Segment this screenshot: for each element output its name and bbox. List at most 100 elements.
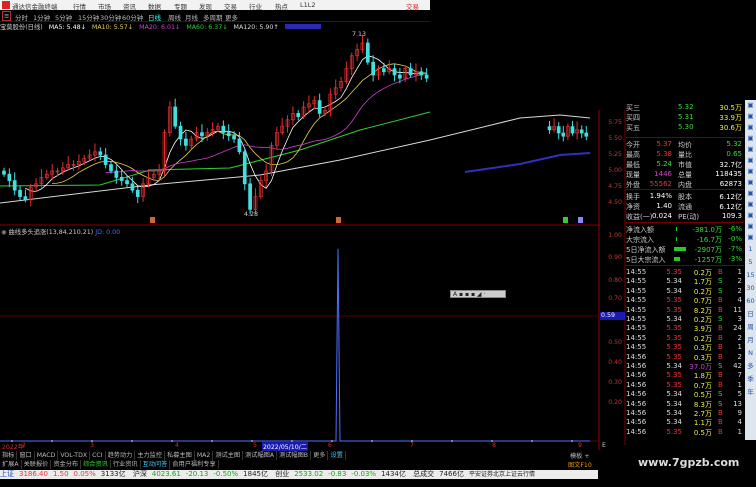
indicator-tab[interactable]: 设置: [328, 451, 346, 460]
event-marker-icon: [150, 217, 155, 223]
move-icon[interactable]: ▣: [745, 199, 756, 210]
period-tab[interactable]: 15分钟: [78, 12, 99, 22]
win-icon[interactable]: ▣: [745, 221, 756, 232]
indicator-tab[interactable]: MA2: [195, 451, 214, 460]
tick-time: 14:55: [626, 268, 647, 276]
divider: [626, 189, 744, 190]
stat-row: 今开 5.37 均价 5.32: [626, 140, 744, 150]
indicator-tab[interactable]: CCI: [90, 451, 106, 460]
tick-count: 3: [737, 315, 742, 323]
cy-label[interactable]: 创业: [275, 470, 289, 478]
rsi-icon[interactable]: ▣: [745, 177, 756, 188]
period-shortcut[interactable]: 季: [745, 373, 756, 386]
extension-tab[interactable]: 扩展A: [0, 460, 22, 469]
period-tab[interactable]: 日线: [148, 12, 161, 22]
ma250-line: [464, 152, 591, 173]
period-shortcut[interactable]: 周: [745, 321, 756, 334]
tick-count: 1: [737, 380, 742, 389]
period-shortcut[interactable]: 年: [745, 386, 756, 399]
candle: [584, 132, 589, 137]
indicator-tab[interactable]: 趋势动力: [106, 451, 136, 460]
indicator-tab[interactable]: 测试幅图B: [277, 451, 312, 460]
period-tab[interactable]: 周线: [168, 12, 181, 22]
period-tab[interactable]: 多周期: [203, 12, 223, 22]
flow-value: -381.0万: [692, 226, 722, 234]
tick-price: 5.34: [666, 286, 682, 295]
period-shortcut[interactable]: N: [745, 347, 756, 360]
extension-tab[interactable]: 互动问答: [141, 460, 171, 469]
sh-label[interactable]: 上证: [0, 470, 14, 478]
period-tab[interactable]: 更多: [225, 12, 238, 22]
gear-icon[interactable]: ▣: [745, 155, 756, 166]
tick-time: 14:55: [626, 277, 647, 286]
candle: [419, 71, 424, 76]
chart-icon[interactable]: ▣: [745, 111, 756, 122]
stat-label: 总量: [678, 171, 692, 179]
indicator-tab[interactable]: VOL-TDX: [58, 451, 91, 460]
calc-icon[interactable]: ▣: [745, 144, 756, 155]
event-marker-icon: [578, 217, 583, 223]
candle: [365, 42, 370, 63]
timeline-month: 5: [253, 442, 257, 449]
list-icon[interactable]: ▣: [745, 100, 756, 111]
period-shortcut[interactable]: 月: [745, 334, 756, 347]
indicator-tab[interactable]: MACD: [35, 451, 59, 460]
extension-tab[interactable]: 行业资讯: [111, 460, 141, 469]
menu-item[interactable]: L1L2: [300, 1, 316, 9]
tick-price: 5.35: [666, 324, 682, 333]
chart-mode-icon[interactable]: ≡: [2, 11, 12, 21]
flow-value: -16.7万: [696, 236, 722, 244]
indicator-tab[interactable]: 窗口: [17, 451, 35, 460]
period-tab[interactable]: 1分钟: [33, 12, 50, 22]
timeline-month: 8: [492, 442, 496, 449]
stat-label: 量比: [678, 151, 692, 159]
period-shortcut[interactable]: 日: [745, 308, 756, 321]
hs-label[interactable]: 沪深: [133, 470, 147, 478]
period-tab[interactable]: 30分钟: [100, 12, 121, 22]
flow-value: -1257万: [694, 256, 722, 264]
period-shortcut[interactable]: 多: [745, 360, 756, 373]
period-shortcut[interactable]: 30: [745, 282, 756, 295]
alert-icon[interactable]: ▣: [745, 122, 756, 133]
extension-tab[interactable]: 综合资讯: [81, 460, 111, 469]
person-icon[interactable]: ▣: [745, 188, 756, 199]
indicator-tab[interactable]: 主力监控: [135, 451, 166, 460]
indicator-tab[interactable]: 测试主图: [213, 451, 244, 460]
candle: [109, 164, 113, 172]
period-shortcut[interactable]: 5: [745, 256, 756, 269]
period-shortcut[interactable]: 1: [745, 243, 756, 256]
tick-count: 5: [737, 390, 742, 399]
bars-icon[interactable]: ▣: [745, 166, 756, 177]
grid-icon[interactable]: ▣: [745, 232, 756, 243]
extension-tab[interactable]: 资金分布: [51, 460, 82, 469]
watermark: www.7gpzb.com: [638, 456, 740, 469]
extension-tabs: 扩展A 关联报价 资金分布 综合资讯 行业资讯 互动问答 俞用户福利专享: [0, 460, 598, 469]
flow-value: -2907万: [694, 246, 722, 254]
tick-side: S: [718, 277, 723, 286]
period-shortcut[interactable]: 15: [745, 269, 756, 282]
high-mark: 7.13: [352, 31, 367, 38]
template-button[interactable]: 模板 +: [570, 451, 590, 460]
pen-icon[interactable]: ▣: [745, 210, 756, 221]
candle: [296, 113, 301, 117]
period-tab[interactable]: 月线: [185, 12, 198, 22]
candle: [232, 135, 236, 140]
candle: [226, 132, 231, 137]
status-bar: 上证 3186.40 1.50 0.05% 3133亿 沪深 4023.61 -20.13-…: [0, 470, 598, 479]
candle: [221, 125, 226, 133]
indicator-tab[interactable]: 指标: [0, 451, 18, 460]
period-tab[interactable]: 60分钟: [122, 12, 143, 22]
right-toolbar: ▣ ▣ ▣ ▣ ▣ ▣ ▣ ▣ ▣ ▣ ▣ ▣ ▣ 1 5 15 30 60 日周月 N 多季年: [745, 100, 756, 440]
extension-tab[interactable]: 关联报价: [22, 460, 52, 469]
indicator-tab[interactable]: 更多: [311, 451, 329, 460]
f10-button[interactable]: 图文F10: [568, 460, 592, 469]
indicator-tab[interactable]: 私募主图: [165, 451, 195, 460]
period-tab[interactable]: 5分钟: [55, 12, 72, 22]
ime-toolbar[interactable]: A ▪ ▪ ▪ ◢ ·: [450, 290, 506, 298]
stat-label: 今开: [626, 141, 640, 149]
compare-icon[interactable]: ▣: [745, 133, 756, 144]
indicator-tab[interactable]: 测试幅图A: [243, 451, 278, 460]
extension-tab[interactable]: 俞用户福利专享: [170, 460, 219, 469]
period-shortcut[interactable]: 60: [745, 295, 756, 308]
period-tab[interactable]: 分时: [15, 12, 28, 22]
